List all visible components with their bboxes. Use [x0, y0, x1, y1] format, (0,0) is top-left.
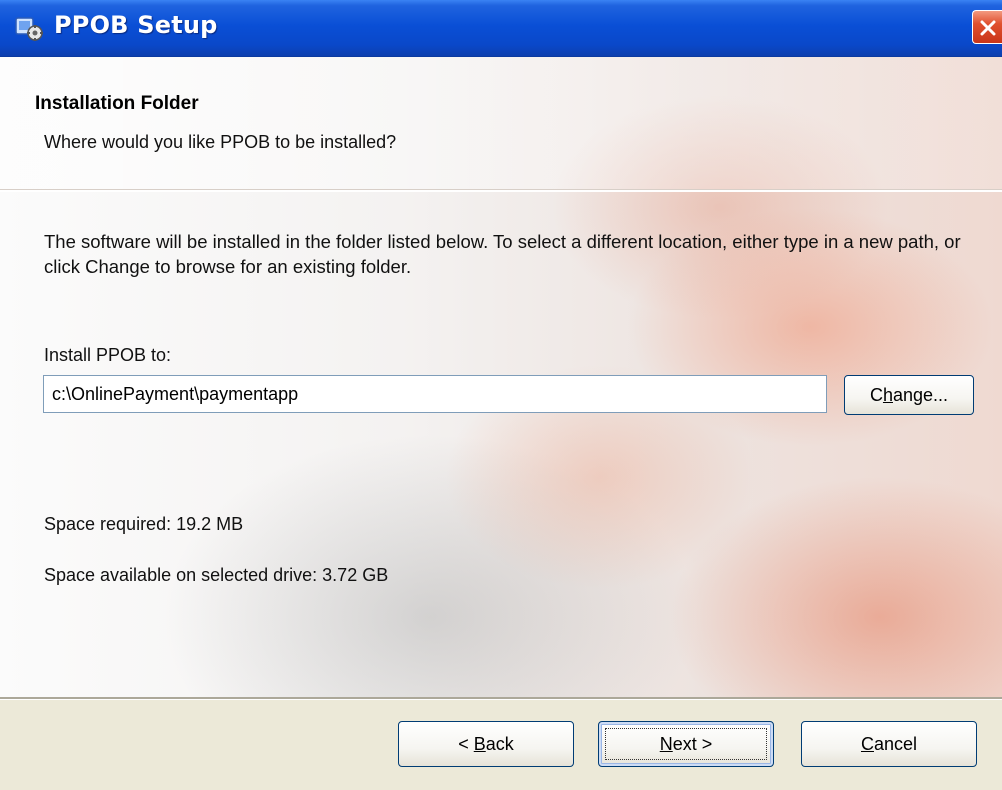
back-label-pre: <	[458, 734, 474, 754]
close-button[interactable]	[972, 10, 1002, 44]
change-label-post: ange...	[892, 385, 949, 405]
change-label-pre: C	[869, 385, 883, 405]
window-title: PPOB Setup	[54, 11, 218, 39]
header-divider	[0, 189, 1002, 192]
change-label-accesskey: h	[882, 385, 893, 405]
description-text: The software will be installed in the fo…	[44, 231, 961, 277]
title-bar[interactable]: PPOB Setup	[0, 0, 1002, 57]
next-button[interactable]: Next >	[598, 721, 774, 767]
install-path-input[interactable]	[43, 375, 827, 413]
button-bar: < Back Next > Cancel	[0, 700, 1002, 790]
space-required-text: Space required: 19.2 MB	[44, 514, 244, 534]
setup-installer-icon	[14, 14, 44, 42]
back-label-post: ack	[485, 734, 514, 754]
back-label-accesskey: B	[473, 734, 486, 754]
page-title: Installation Folder	[35, 93, 199, 114]
header-banner	[0, 57, 1002, 189]
cancel-button[interactable]: Cancel	[801, 721, 977, 767]
back-button[interactable]: < Back	[398, 721, 574, 767]
install-path-label: Install PPOB to:	[44, 345, 172, 365]
content-area: Installation Folder Where would you like…	[0, 57, 1002, 697]
space-available-text: Space available on selected drive: 3.72 …	[44, 565, 389, 585]
change-button[interactable]: Change...	[844, 375, 974, 415]
focus-rectangle	[605, 728, 767, 760]
setup-window: PPOB Setup Installation Folder Where wou…	[0, 0, 1002, 790]
close-icon	[980, 20, 996, 36]
page-subtitle: Where would you like PPOB to be installe…	[44, 132, 397, 152]
cancel-label-accesskey: C	[860, 734, 874, 754]
cancel-label-post: ancel	[873, 734, 918, 754]
